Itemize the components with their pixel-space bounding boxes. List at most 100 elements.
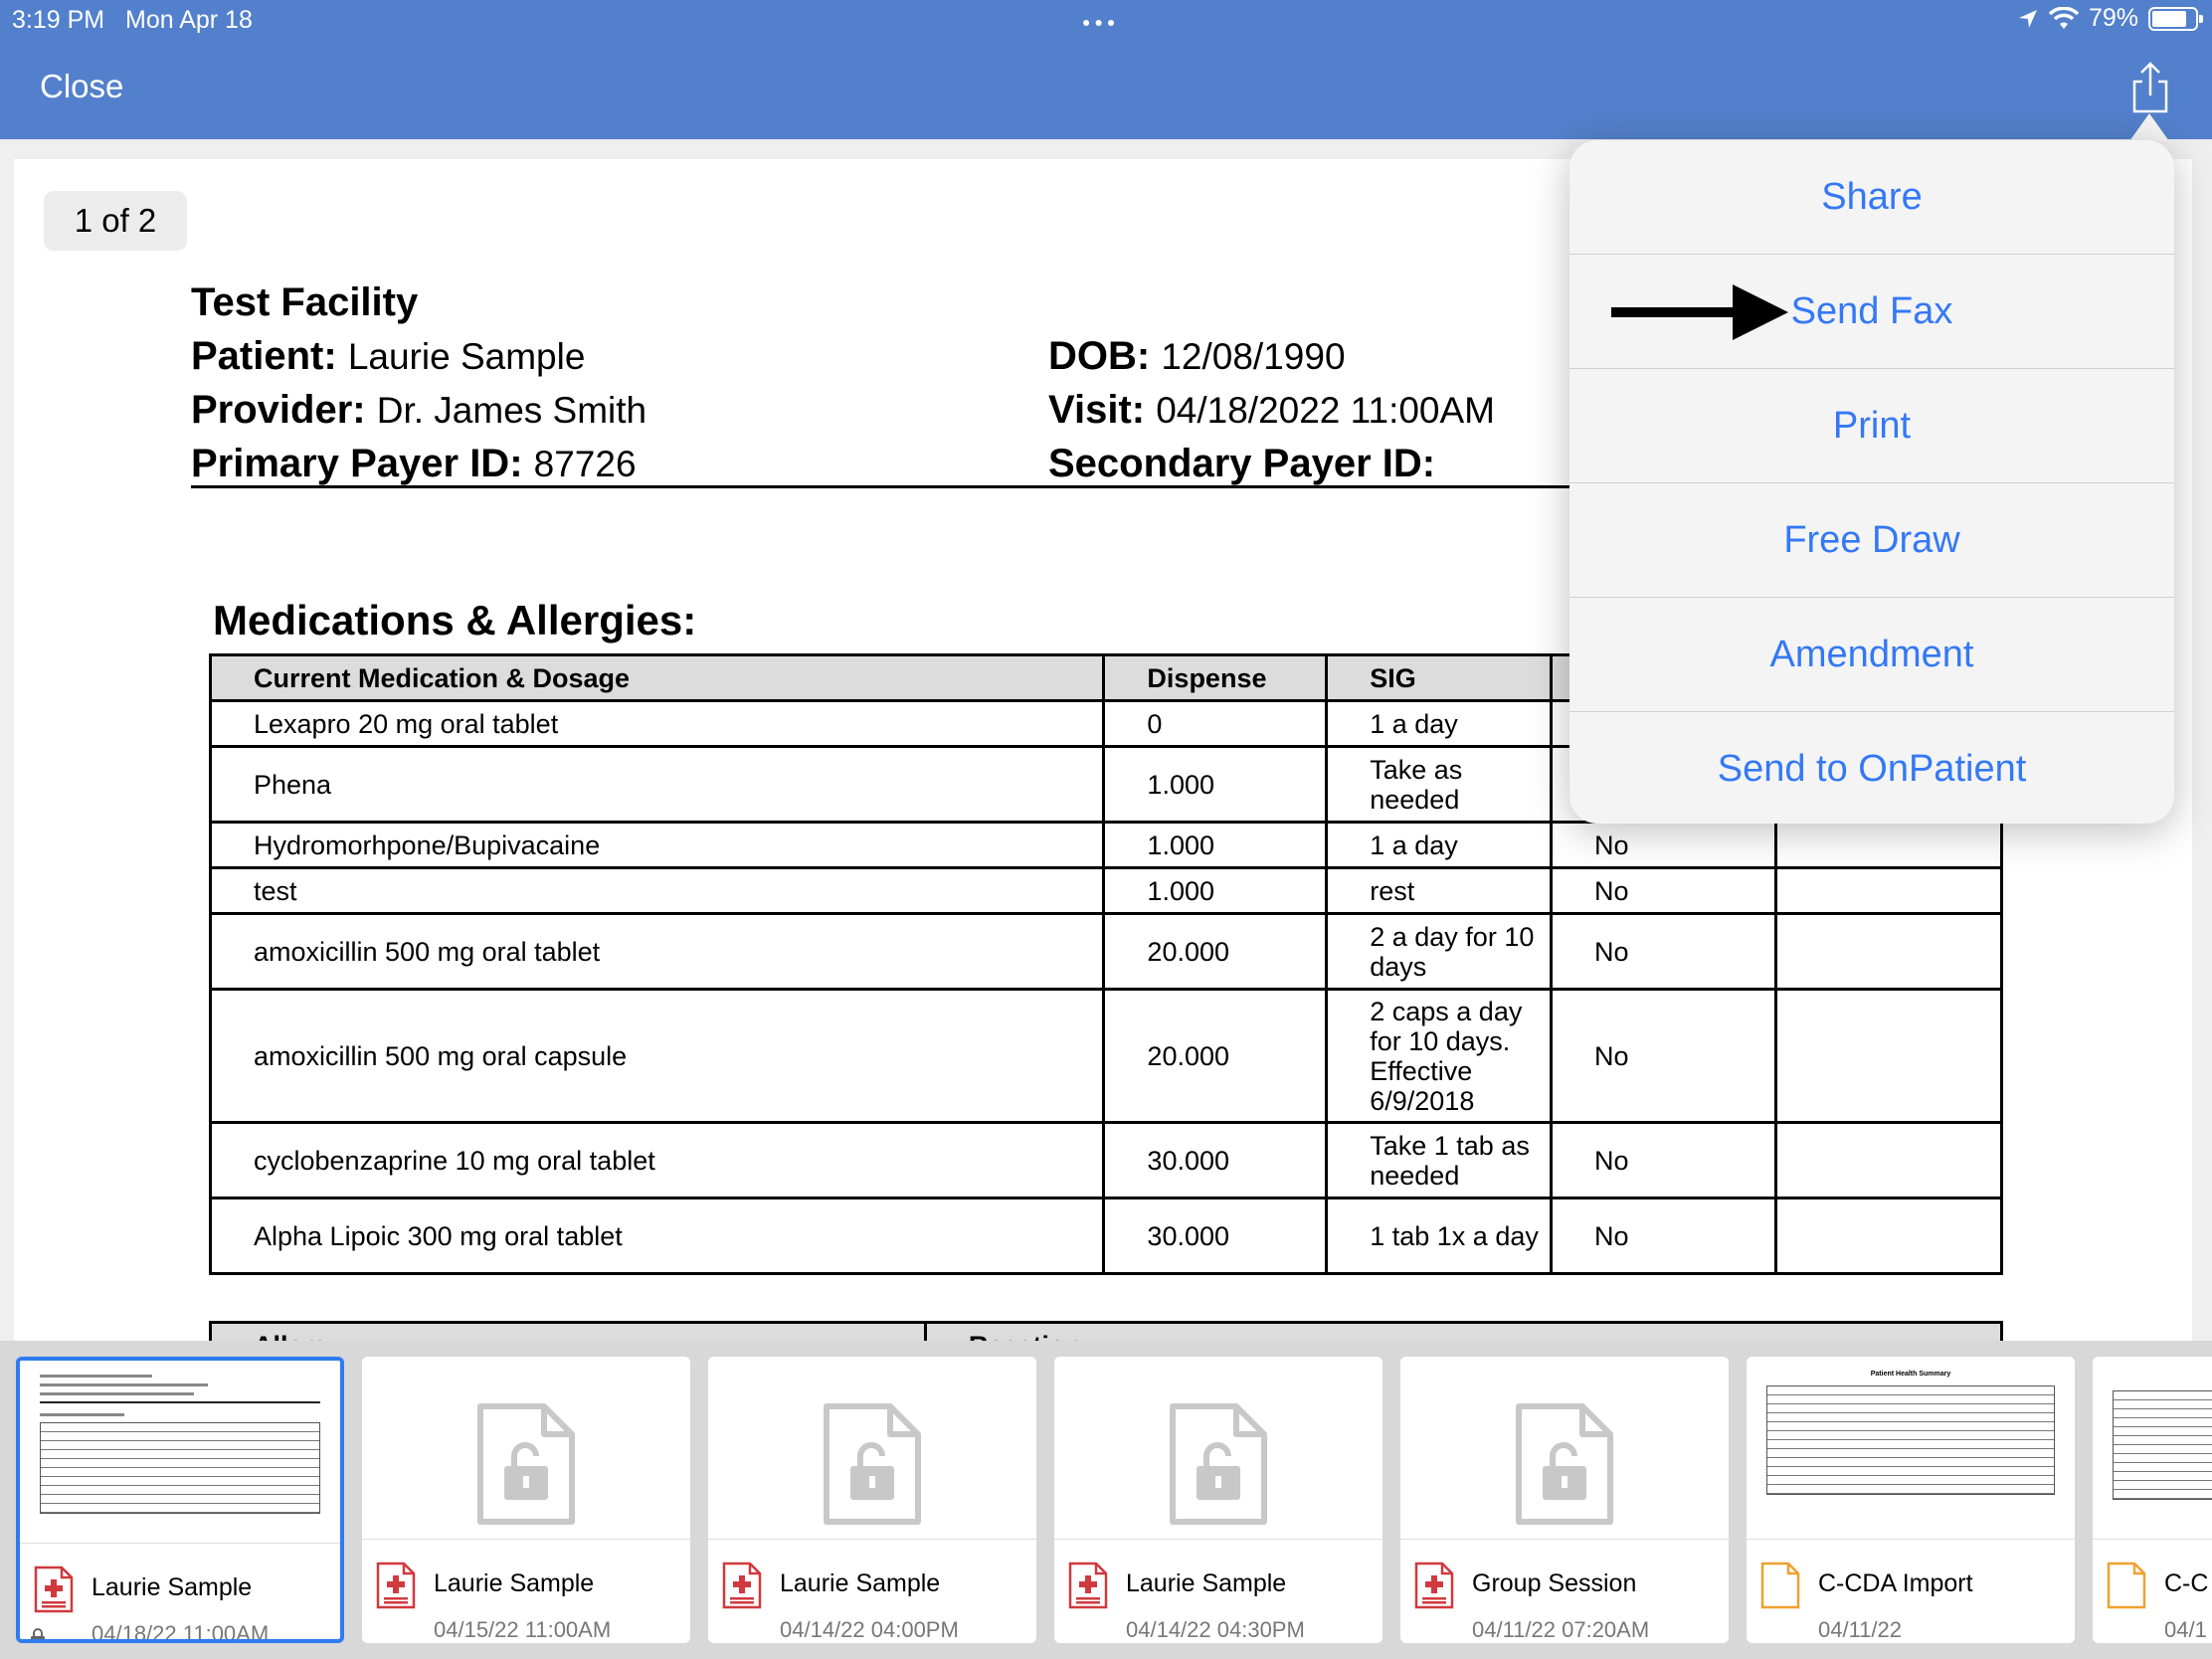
- document-title: Laurie Sample: [1126, 1569, 1287, 1597]
- arrow-pointer-icon: [1611, 284, 1788, 340]
- medication-flag: No: [1549, 821, 1777, 869]
- facility-name: Test Facility: [191, 280, 419, 324]
- medication-dispense: 0: [1102, 699, 1329, 748]
- document-title: C-CDA Import: [1818, 1569, 1973, 1597]
- medication-name: amoxicillin 500 mg oral capsule: [208, 988, 1106, 1124]
- document-thumbnail: [1400, 1357, 1729, 1540]
- payer-line: Primary Payer ID: 87726: [191, 442, 637, 486]
- medication-extra: [1773, 866, 2004, 915]
- medication-dispense: 30.000: [1102, 1121, 1329, 1199]
- document-title: Group Session: [1472, 1569, 1637, 1597]
- document-date: 04/11/22: [1818, 1617, 1903, 1642]
- status-time: 3:19 PM: [12, 6, 105, 34]
- small-lock-icon: [31, 1628, 45, 1639]
- pdf-file-icon: [722, 1562, 762, 1609]
- pdf-file-icon: [376, 1562, 416, 1609]
- patient-value: Laurie Sample: [347, 336, 586, 377]
- document-thumbnail: [2093, 1357, 2212, 1540]
- visit-label: Visit:: [1048, 388, 1146, 432]
- location-icon: [2018, 9, 2037, 28]
- medication-dispense: 1.000: [1102, 821, 1329, 869]
- document-card[interactable]: Laurie Sample 04/15/22 11:00AM: [362, 1357, 690, 1643]
- table-row: Hydromorhpone/Bupivacaine 1.000 1 a day …: [208, 821, 2004, 869]
- documents-strip[interactable]: Laurie Sample 04/18/22 11:00AM Laurie Sa…: [0, 1341, 2212, 1659]
- provider-value: Dr. James Smith: [376, 390, 647, 431]
- file-icon: [2107, 1562, 2146, 1609]
- document-card[interactable]: Laurie Sample 04/18/22 11:00AM: [16, 1357, 344, 1643]
- locked-document-icon: [477, 1403, 575, 1525]
- header-divider: [191, 485, 1583, 488]
- page-counter: 1 of 2: [44, 191, 187, 251]
- medication-extra: [1773, 912, 2004, 991]
- document-date: 04/14/22 04:00PM: [780, 1617, 959, 1642]
- secondary-payer-label: Secondary Payer ID:: [1048, 442, 1436, 485]
- document-thumbnail: [362, 1357, 690, 1540]
- medication-sig: Take 1 tab as needed: [1325, 1121, 1553, 1199]
- medication-extra: [1773, 1197, 2004, 1275]
- medication-name: Alpha Lipoic 300 mg oral tablet: [208, 1197, 1106, 1275]
- payer-label: Primary Payer ID:: [191, 442, 523, 485]
- medication-sig: 1 a day: [1325, 699, 1553, 748]
- dob-value: 12/08/1990: [1161, 336, 1346, 377]
- document-thumbnail: [20, 1361, 340, 1544]
- col-header-medication: Current Medication & Dosage: [208, 653, 1106, 702]
- medication-dispense: 30.000: [1102, 1197, 1329, 1275]
- medication-name: Hydromorhpone/Bupivacaine: [208, 821, 1106, 869]
- visit-value: 04/18/2022 11:00AM: [1156, 390, 1496, 431]
- document-card[interactable]: Laurie Sample 04/14/22 04:30PM: [1054, 1357, 1382, 1643]
- provider-label: Provider:: [191, 388, 366, 432]
- medication-sig: rest: [1325, 866, 1553, 915]
- medication-flag: No: [1549, 988, 1777, 1124]
- document-thumbnail: [708, 1357, 1036, 1540]
- table-row: amoxicillin 500 mg oral tablet 20.000 2 …: [208, 912, 2004, 991]
- medication-dispense: 20.000: [1102, 912, 1329, 991]
- menu-item-amendment[interactable]: Amendment: [1569, 598, 2174, 712]
- document-title: Laurie Sample: [92, 1573, 253, 1601]
- status-indicators: 79%: [2017, 4, 2203, 33]
- medication-name: cyclobenzaprine 10 mg oral tablet: [208, 1121, 1106, 1199]
- table-row: cyclobenzaprine 10 mg oral tablet 30.000…: [208, 1121, 2004, 1199]
- visit-line: Visit: 04/18/2022 11:00AM: [1048, 388, 1495, 433]
- provider-line: Provider: Dr. James Smith: [191, 388, 646, 433]
- payer-value: 87726: [533, 444, 637, 484]
- locked-document-icon: [1516, 1403, 1613, 1525]
- medication-extra: [1773, 1121, 2004, 1199]
- popover-arrow: [2129, 113, 2169, 141]
- col-header-dispense: Dispense: [1102, 653, 1329, 702]
- document-card[interactable]: C-C 04/1: [2093, 1357, 2212, 1643]
- document-card[interactable]: Group Session 04/11/22 07:20AM: [1400, 1357, 1729, 1643]
- dob-line: DOB: 12/08/1990: [1048, 334, 1346, 379]
- menu-item-print[interactable]: Print: [1569, 369, 2174, 483]
- col-header-allergy: Allergy: [209, 1321, 927, 1341]
- document-date: 04/15/22 11:00AM: [434, 1617, 612, 1642]
- locked-document-icon: [1170, 1403, 1267, 1525]
- medication-flag: No: [1549, 1197, 1777, 1275]
- multitasking-dots-icon[interactable]: ●●●: [1082, 14, 1119, 30]
- document-date: 04/1: [2164, 1617, 2207, 1642]
- medication-sig: 2 caps a day for 10 days. Effective 6/9/…: [1325, 988, 1553, 1124]
- medication-sig: 1 tab 1x a day: [1325, 1197, 1553, 1275]
- document-thumbnail: Patient Health Summary: [1747, 1357, 2075, 1540]
- table-row: test 1.000 rest No: [208, 866, 2004, 915]
- document-card[interactable]: Laurie Sample 04/14/22 04:00PM: [708, 1357, 1036, 1643]
- dob-label: DOB:: [1048, 334, 1151, 378]
- menu-item-share[interactable]: Share: [1569, 140, 2174, 255]
- wifi-icon: [2048, 6, 2079, 29]
- close-button[interactable]: Close: [40, 68, 123, 105]
- document-title: Laurie Sample: [780, 1569, 941, 1597]
- document-date: 04/18/22 11:00AM: [92, 1621, 270, 1643]
- menu-item-free-draw[interactable]: Free Draw: [1569, 483, 2174, 598]
- share-icon[interactable]: [2128, 62, 2172, 115]
- document-card[interactable]: Patient Health Summary C-CDA Import 04/1…: [1747, 1357, 2075, 1643]
- document-thumbnail: [1054, 1357, 1382, 1540]
- thumbnail-title: Patient Health Summary: [1870, 1371, 1951, 1378]
- document-date: 04/14/22 04:30PM: [1126, 1617, 1305, 1642]
- patient-line: Patient: Laurie Sample: [191, 334, 585, 379]
- col-header-sig: SIG: [1325, 653, 1553, 702]
- menu-item-send-to-onpatient[interactable]: Send to OnPatient: [1569, 712, 2174, 824]
- status-date: Mon Apr 18: [125, 6, 253, 34]
- menu-item-send-fax[interactable]: Send Fax: [1569, 255, 2174, 369]
- share-menu-popover: Share Send Fax Print Free Draw Amendment…: [1569, 140, 2174, 824]
- medication-dispense: 20.000: [1102, 988, 1329, 1124]
- patient-label: Patient:: [191, 334, 337, 378]
